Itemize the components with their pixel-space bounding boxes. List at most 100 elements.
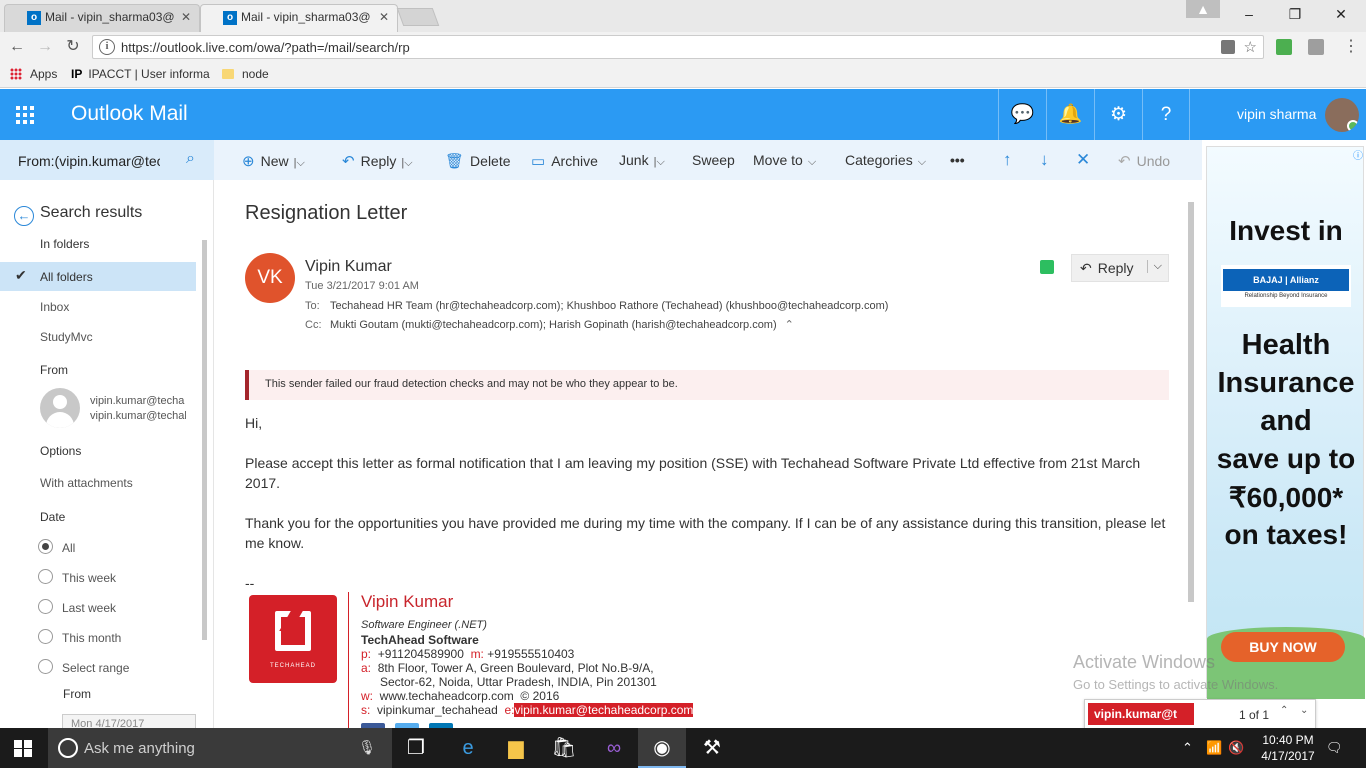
- previous-message-arrow-icon[interactable]: ↑: [1003, 150, 1012, 170]
- folder-all-folders[interactable]: ✔ All folders: [0, 262, 196, 291]
- windows-start-icon[interactable]: [14, 740, 32, 757]
- bookmark-star-icon[interactable]: ☆: [1244, 38, 1257, 56]
- chrome-icon[interactable]: ◉: [638, 728, 686, 768]
- system-clock[interactable]: 10:40 PM 4/17/2017: [1256, 732, 1320, 764]
- date-all-radio[interactable]: [38, 539, 53, 554]
- with-attachments-option[interactable]: With attachments: [40, 476, 133, 490]
- date-this-week-radio[interactable]: [38, 569, 53, 584]
- next-message-arrow-icon[interactable]: ↓: [1040, 150, 1049, 170]
- user-avatar[interactable]: [1325, 98, 1359, 132]
- search-input[interactable]: From:(vipin.kumar@tecl: [18, 153, 160, 169]
- cortana-search-box[interactable]: Ask me anything 🎙: [48, 728, 392, 768]
- sender-avatar[interactable]: VK: [245, 253, 295, 303]
- sender-avatar-placeholder[interactable]: [40, 388, 80, 428]
- sender-name[interactable]: Vipin Kumar: [305, 258, 392, 276]
- reload-icon[interactable]: ↻: [62, 36, 84, 58]
- from-filter-line2[interactable]: vipin.kumar@techal: [90, 410, 186, 422]
- network-icon[interactable]: 📶: [1206, 740, 1222, 756]
- browser-tab-2[interactable]: o Mail - vipin_sharma03@ ✕: [200, 4, 398, 32]
- help-icon[interactable]: ?: [1142, 89, 1190, 140]
- find-previous-icon[interactable]: ⌃: [1280, 705, 1288, 716]
- minimize-button[interactable]: –: [1226, 0, 1272, 32]
- close-message-icon[interactable]: ✕: [1076, 150, 1090, 170]
- bookmark-apps[interactable]: Apps: [10, 67, 57, 81]
- date-this-month-radio[interactable]: [38, 629, 53, 644]
- back-to-results[interactable]: ← Search results: [14, 204, 142, 226]
- search-box[interactable]: From:(vipin.kumar@tecl ⌕: [0, 140, 214, 180]
- chevron-down-icon[interactable]: |⌵: [398, 157, 412, 169]
- forward-arrow-icon[interactable]: →: [34, 36, 56, 58]
- chevron-down-icon[interactable]: |⌵: [651, 156, 665, 168]
- user-profile-icon[interactable]: ▲: [1186, 0, 1220, 18]
- show-hidden-icons[interactable]: ⌃: [1182, 740, 1193, 756]
- close-tab-icon[interactable]: ✕: [181, 5, 191, 29]
- signature-email-link[interactable]: vipin.kumar@techaheadcorp.com: [514, 703, 694, 717]
- user-name[interactable]: vipin sharma: [1237, 106, 1316, 122]
- delete-button[interactable]: 🗑 Delete: [445, 152, 511, 170]
- from-filter-line1[interactable]: vipin.kumar@techa: [90, 395, 186, 407]
- cortana-placeholder[interactable]: Ask me anything: [84, 740, 195, 757]
- site-info-icon[interactable]: i: [99, 39, 115, 55]
- folder-inbox[interactable]: Inbox: [40, 300, 69, 314]
- back-arrow-icon[interactable]: ←: [6, 36, 28, 58]
- url-text[interactable]: https://outlook.live.com/owa/?path=/mail…: [121, 40, 410, 55]
- date-last-week-radio[interactable]: [38, 599, 53, 614]
- archive-button[interactable]: ▭ Archive: [531, 152, 598, 170]
- store-icon[interactable]: 🛍: [540, 728, 588, 768]
- microphone-icon[interactable]: 🎙: [358, 739, 376, 756]
- folder-studymvc[interactable]: StudyMvc: [40, 330, 93, 344]
- close-tab-icon[interactable]: ✕: [379, 5, 389, 29]
- chat-icon[interactable]: 💬: [998, 89, 1046, 140]
- date-last-week-label[interactable]: Last week: [62, 601, 116, 615]
- sweep-button[interactable]: Sweep: [692, 152, 735, 168]
- more-actions-button[interactable]: •••: [950, 152, 965, 168]
- address-bar[interactable]: i https://outlook.live.com/owa/?path=/ma…: [92, 35, 1264, 59]
- back-arrow-icon[interactable]: ←: [14, 206, 34, 226]
- undo-button[interactable]: ↶ Undo: [1118, 152, 1170, 170]
- chevron-down-icon[interactable]: |⌵: [291, 157, 305, 169]
- find-input[interactable]: vipin.kumar@t: [1088, 703, 1194, 725]
- task-view-icon[interactable]: ❐: [392, 728, 440, 768]
- blocked-content-icon[interactable]: [1221, 40, 1235, 54]
- visual-studio-icon[interactable]: ∞: [590, 728, 638, 768]
- date-all-label[interactable]: All: [62, 541, 75, 555]
- notifications-bell-icon[interactable]: 🔔: [1046, 89, 1094, 140]
- volume-icon[interactable]: 🔇: [1228, 740, 1244, 756]
- ad-info-icon[interactable]: ⓘ: [1353, 147, 1363, 162]
- app-launcher-icon[interactable]: [0, 89, 51, 140]
- evernote-addin-icon[interactable]: [1040, 260, 1054, 274]
- range-from-input[interactable]: Mon 4/17/2017: [62, 714, 196, 728]
- left-pane-scrollbar[interactable]: [202, 240, 207, 640]
- file-explorer-icon[interactable]: ▆: [492, 728, 540, 768]
- edge-browser-icon[interactable]: e: [444, 728, 492, 768]
- action-center-icon[interactable]: 🗨: [1326, 740, 1343, 756]
- drive-extension-icon[interactable]: [1308, 39, 1324, 55]
- settings-gear-icon[interactable]: ⚙: [1094, 89, 1142, 140]
- new-button[interactable]: ⊕ New |⌵: [242, 152, 305, 170]
- date-select-range-radio[interactable]: [38, 659, 53, 674]
- reply-message-button[interactable]: ↶ Reply ⌵: [1071, 254, 1169, 282]
- reply-button[interactable]: ↶ Reply |⌵: [342, 152, 413, 170]
- reply-options-chevron-icon[interactable]: ⌵: [1146, 260, 1162, 273]
- app-title[interactable]: Outlook Mail: [71, 102, 188, 126]
- cors-extension-icon[interactable]: [1276, 39, 1292, 55]
- date-this-month-label[interactable]: This month: [62, 631, 121, 645]
- reading-pane-scrollbar[interactable]: [1188, 202, 1194, 602]
- date-select-range-label[interactable]: Select range: [62, 661, 129, 675]
- collapse-recipients-icon[interactable]: ⌃: [785, 319, 794, 331]
- tools-app-icon[interactable]: ⚒: [688, 728, 736, 768]
- bookmark-ipacct[interactable]: IP IPACCT | User informa: [71, 67, 210, 81]
- junk-button[interactable]: Junk |⌵: [619, 152, 665, 169]
- close-window-button[interactable]: ✕: [1318, 0, 1364, 32]
- new-tab-button[interactable]: [396, 8, 440, 26]
- advertisement-banner[interactable]: ⓘ Invest in BAJAJ | Allianz Relationship…: [1206, 146, 1365, 699]
- ad-buy-now-button[interactable]: BUY NOW: [1221, 632, 1345, 662]
- date-this-week-label[interactable]: This week: [62, 571, 116, 585]
- move-to-button[interactable]: Move to ⌵: [753, 152, 816, 169]
- categories-button[interactable]: Categories ⌵: [845, 152, 926, 169]
- browser-tab-1[interactable]: o Mail - vipin_sharma03@ ✕: [4, 4, 200, 32]
- find-next-icon[interactable]: ⌄: [1300, 705, 1308, 716]
- chrome-menu-icon[interactable]: ⋮: [1340, 36, 1362, 58]
- bookmark-node[interactable]: node: [222, 67, 269, 81]
- restore-button[interactable]: ❐: [1272, 0, 1318, 32]
